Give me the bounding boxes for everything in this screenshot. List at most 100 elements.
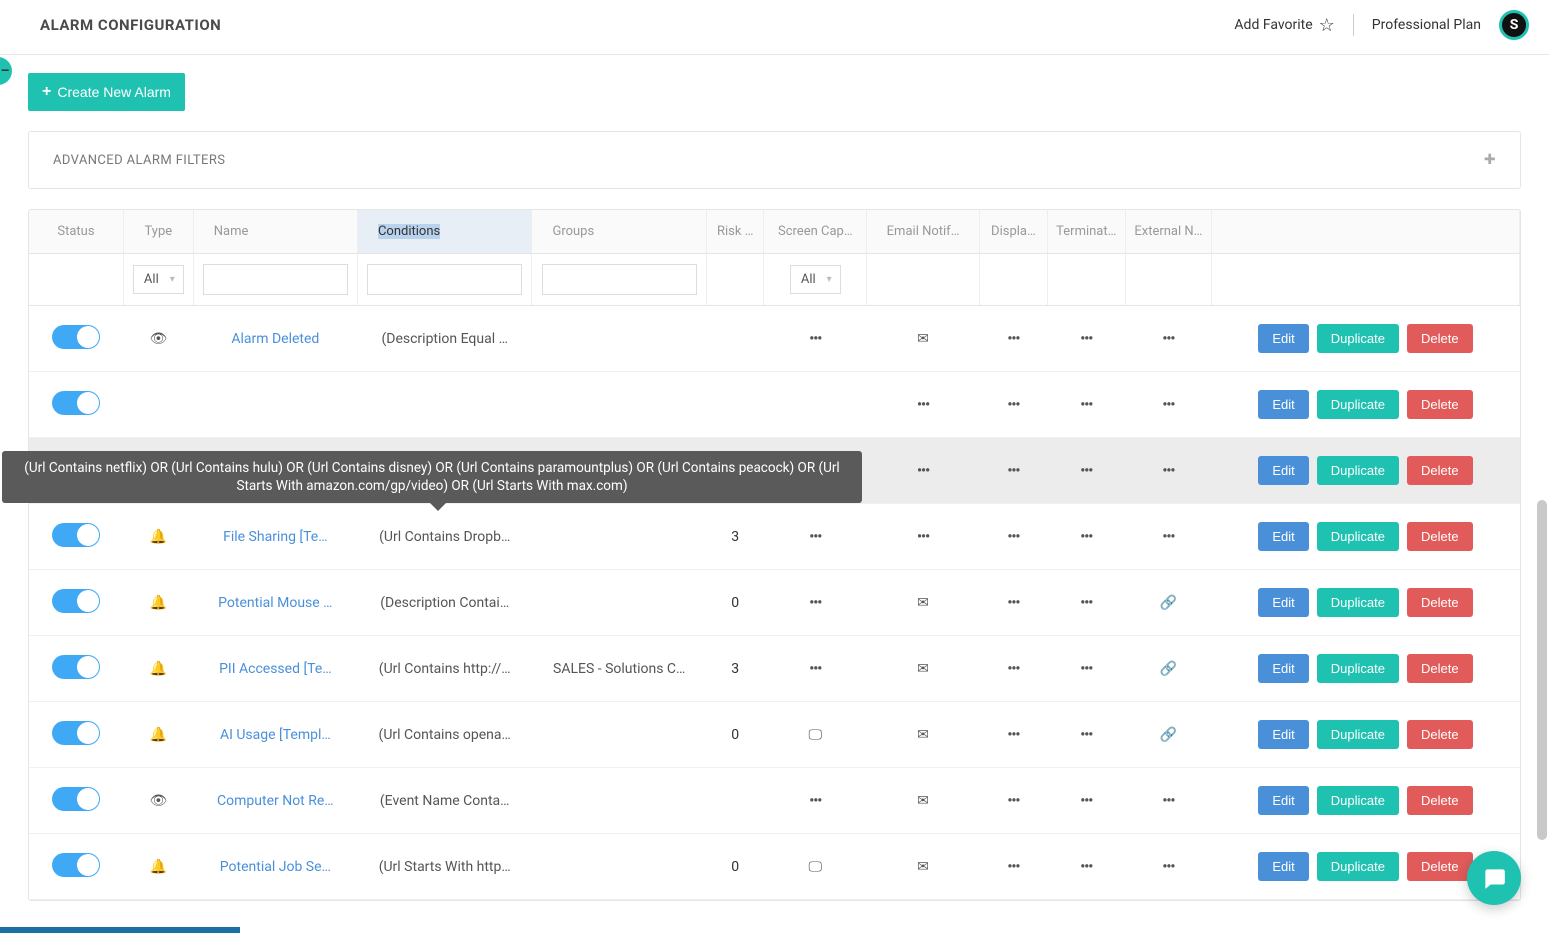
edit-button[interactable]: Edit <box>1258 654 1308 683</box>
duplicate-button[interactable]: Duplicate <box>1317 786 1399 815</box>
dots-icon: ••• <box>1007 397 1019 413</box>
chat-widget-button[interactable] <box>1467 851 1521 905</box>
col-external[interactable]: External N… <box>1125 210 1211 254</box>
duplicate-button[interactable]: Duplicate <box>1317 324 1399 353</box>
duplicate-button[interactable]: Duplicate <box>1317 720 1399 749</box>
chat-icon <box>1481 865 1507 891</box>
duplicate-button[interactable]: Duplicate <box>1317 390 1399 419</box>
delete-button[interactable]: Delete <box>1407 324 1473 353</box>
alarm-name-link[interactable]: PII Accessed [Te… <box>219 661 332 677</box>
email-cell: ✉ <box>867 570 980 636</box>
conditions-filter-input[interactable] <box>367 264 522 295</box>
type-filter-select[interactable]: All <box>133 265 184 294</box>
dots-icon: ••• <box>917 529 929 545</box>
dots-icon: ••• <box>917 397 929 413</box>
delete-button[interactable]: Delete <box>1407 654 1473 683</box>
mail-icon: ✉ <box>917 595 929 611</box>
col-groups[interactable]: Groups <box>532 210 707 254</box>
eye-icon: 👁 <box>149 331 167 347</box>
dots-icon: ••• <box>1080 463 1092 479</box>
col-actions <box>1211 210 1519 254</box>
table-row: 🔔File Sharing [Te…(Url Contains Dropb…3•… <box>29 504 1520 570</box>
duplicate-button[interactable]: Duplicate <box>1317 588 1399 617</box>
alarm-name-link[interactable]: Alarm Deleted <box>231 331 319 347</box>
duplicate-button[interactable]: Duplicate <box>1317 654 1399 683</box>
col-screen-capture[interactable]: Screen Cap… <box>764 210 867 254</box>
edit-button[interactable]: Edit <box>1258 588 1308 617</box>
table-row: 🔔AI Usage [Templ…(Url Contains opena…0🖵✉… <box>29 702 1520 768</box>
dots-icon: ••• <box>1162 859 1174 875</box>
delete-button[interactable]: Delete <box>1407 720 1473 749</box>
alarm-name-link[interactable]: File Sharing [Te… <box>223 529 327 545</box>
status-toggle[interactable] <box>52 853 100 877</box>
edit-button[interactable]: Edit <box>1258 852 1308 881</box>
groups-filter-input[interactable] <box>542 264 697 295</box>
edit-button[interactable]: Edit <box>1258 324 1308 353</box>
divider <box>1353 14 1354 36</box>
delete-button[interactable]: Delete <box>1407 588 1473 617</box>
conditions-cell: (Url Starts With http… <box>357 834 532 900</box>
display-cell: ••• <box>980 768 1048 834</box>
col-terminate[interactable]: Terminat… <box>1047 210 1125 254</box>
external-cell: ••• <box>1125 372 1211 438</box>
status-toggle[interactable] <box>52 721 100 745</box>
table-filter-row: All All <box>29 254 1520 306</box>
vertical-scrollbar[interactable] <box>1537 500 1547 840</box>
delete-button[interactable]: Delete <box>1407 456 1473 485</box>
dots-icon: ••• <box>1007 661 1019 677</box>
conditions-cell: (Event Name Conta… <box>357 768 532 834</box>
status-toggle[interactable] <box>52 391 100 415</box>
edit-button[interactable]: Edit <box>1258 720 1308 749</box>
terminate-cell: ••• <box>1047 636 1125 702</box>
col-conditions[interactable]: Conditions <box>357 210 532 254</box>
status-toggle[interactable] <box>52 325 100 349</box>
add-favorite-button[interactable]: Add Favorite ☆ <box>1234 15 1334 36</box>
dots-icon: ••• <box>1007 463 1019 479</box>
col-type[interactable]: Type <box>123 210 193 254</box>
duplicate-button[interactable]: Duplicate <box>1317 456 1399 485</box>
edit-button[interactable]: Edit <box>1258 456 1308 485</box>
dots-icon: ••• <box>1162 529 1174 545</box>
dots-icon: ••• <box>809 793 821 809</box>
risk-cell: 0 <box>706 834 763 900</box>
delete-button[interactable]: Delete <box>1407 522 1473 551</box>
col-email-notif[interactable]: Email Notif… <box>867 210 980 254</box>
alarm-name-link[interactable]: Computer Not Re… <box>217 793 334 809</box>
link-icon: 🔗 <box>1160 727 1177 743</box>
col-risk[interactable]: Risk … <box>706 210 763 254</box>
delete-button[interactable]: Delete <box>1407 852 1473 881</box>
user-avatar[interactable]: S <box>1499 10 1529 40</box>
table-row: 🔔Potential Mouse …(Description Contai…0•… <box>29 570 1520 636</box>
create-alarm-label: Create New Alarm <box>57 84 171 100</box>
col-display[interactable]: Displa… <box>980 210 1048 254</box>
create-alarm-button[interactable]: + Create New Alarm <box>28 73 185 111</box>
delete-button[interactable]: Delete <box>1407 786 1473 815</box>
dots-icon: ••• <box>1007 595 1019 611</box>
status-toggle[interactable] <box>52 655 100 679</box>
advanced-filters-panel[interactable]: ADVANCED ALARM FILTERS ✚ <box>28 131 1521 189</box>
external-cell: ••• <box>1125 438 1211 504</box>
bottom-accent-bar <box>0 927 240 933</box>
edit-button[interactable]: Edit <box>1258 522 1308 551</box>
status-toggle[interactable] <box>52 523 100 547</box>
page-title: ALARM CONFIGURATION <box>40 16 221 34</box>
name-filter-input[interactable] <box>203 264 348 295</box>
dots-icon: ••• <box>1007 859 1019 875</box>
alarm-name-link[interactable]: AI Usage [Templ… <box>220 727 331 743</box>
screen-filter-select[interactable]: All <box>790 265 841 294</box>
delete-button[interactable]: Delete <box>1407 390 1473 419</box>
edit-button[interactable]: Edit <box>1258 390 1308 419</box>
edit-button[interactable]: Edit <box>1258 786 1308 815</box>
expand-plus-icon[interactable]: ✚ <box>1484 152 1496 168</box>
col-name[interactable]: Name <box>193 210 357 254</box>
status-toggle[interactable] <box>52 589 100 613</box>
alarm-name-link[interactable]: Potential Mouse … <box>218 595 332 611</box>
col-status[interactable]: Status <box>29 210 123 254</box>
risk-cell <box>706 306 763 372</box>
add-favorite-label: Add Favorite <box>1234 17 1312 33</box>
duplicate-button[interactable]: Duplicate <box>1317 852 1399 881</box>
duplicate-button[interactable]: Duplicate <box>1317 522 1399 551</box>
status-toggle[interactable] <box>52 787 100 811</box>
bell-icon: 🔔 <box>150 529 167 545</box>
alarm-name-link[interactable]: Potential Job Se… <box>220 859 331 875</box>
